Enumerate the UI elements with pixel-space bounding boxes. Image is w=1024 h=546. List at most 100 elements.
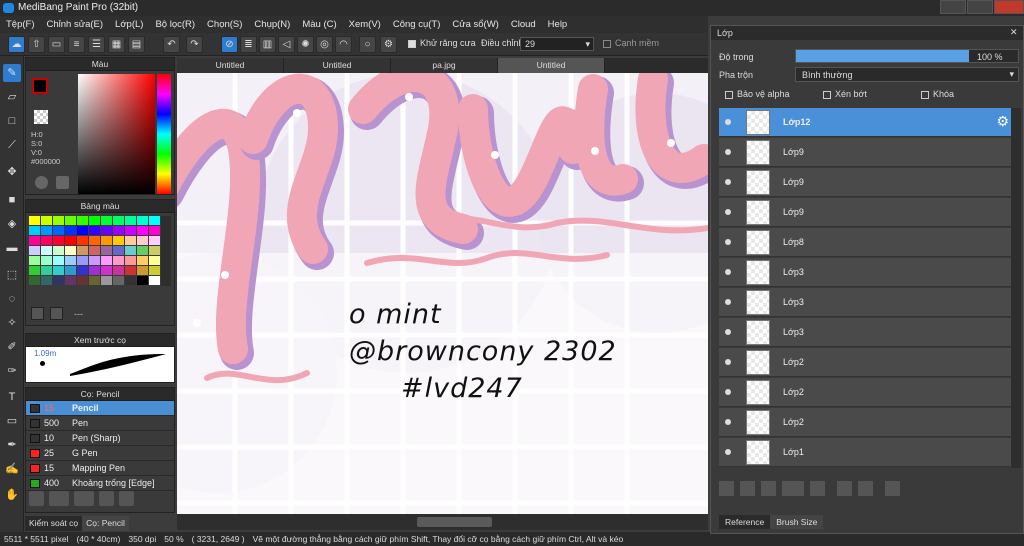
- new-layer-8bit-icon[interactable]: [740, 481, 755, 496]
- brush-item[interactable]: 10 Pen (Sharp): [26, 431, 174, 446]
- color-swatch[interactable]: [101, 246, 112, 255]
- page-icon[interactable]: ▤: [128, 36, 145, 53]
- color-swatch[interactable]: [65, 266, 76, 275]
- color-swatch[interactable]: [53, 216, 64, 225]
- visibility-icon[interactable]: [725, 149, 731, 155]
- brush-menu-icon[interactable]: [49, 491, 69, 506]
- duplicate-layer-icon[interactable]: [837, 481, 852, 496]
- layer-row[interactable]: Lớp3: [719, 258, 1013, 287]
- add-brush-icon[interactable]: [29, 491, 44, 506]
- color-swatch[interactable]: [149, 276, 160, 285]
- color-swatch[interactable]: [149, 256, 160, 265]
- color-swatch[interactable]: [29, 236, 40, 245]
- color-swatch[interactable]: [65, 236, 76, 245]
- layer-row[interactable]: Lớp2: [719, 378, 1013, 407]
- redo-icon[interactable]: ↷: [186, 36, 203, 53]
- color-swatch[interactable]: [101, 266, 112, 275]
- grid-snap-icon[interactable]: ▥: [259, 36, 276, 53]
- color-swatch[interactable]: [137, 226, 148, 235]
- color-swatch[interactable]: [125, 246, 136, 255]
- line-tool-icon[interactable]: ⟋: [3, 136, 21, 154]
- divide-tool-icon[interactable]: ▭: [3, 412, 21, 430]
- scroll-thumb[interactable]: [417, 517, 492, 527]
- color-swatch[interactable]: [137, 266, 148, 275]
- magic-wand-tool-icon[interactable]: ✧: [3, 314, 21, 332]
- color-swatch[interactable]: [101, 256, 112, 265]
- doc-tab[interactable]: Untitled: [177, 58, 284, 73]
- new-layer-icon[interactable]: [719, 481, 734, 496]
- layer-scrollbar[interactable]: [1011, 108, 1021, 468]
- doc-tab[interactable]: Untitled: [284, 58, 391, 73]
- palette-icon[interactable]: [35, 176, 48, 189]
- fill-rect-tool-icon[interactable]: ■: [3, 191, 21, 209]
- color-swatch[interactable]: [77, 246, 88, 255]
- color-swatch[interactable]: [113, 236, 124, 245]
- menu-capture[interactable]: Chụp(N): [254, 16, 290, 33]
- transparent-color[interactable]: [34, 110, 48, 124]
- menu-color[interactable]: Màu (C): [302, 16, 336, 33]
- foreground-color[interactable]: [32, 78, 48, 94]
- new-layer-1bit-icon[interactable]: [761, 481, 776, 496]
- color-swatch[interactable]: [113, 266, 124, 275]
- color-swatch[interactable]: [29, 256, 40, 265]
- protect-alpha-checkbox[interactable]: Bảo vệ alpha: [719, 86, 817, 102]
- close-icon[interactable]: ✕: [1010, 28, 1019, 37]
- text-tool-icon[interactable]: T: [3, 388, 21, 406]
- rectangle-tool-icon[interactable]: □: [3, 112, 21, 130]
- brush-item[interactable]: 400 Khoảng trống [Edge]: [26, 476, 174, 491]
- color-swatch[interactable]: [89, 246, 100, 255]
- color-swatch[interactable]: [53, 276, 64, 285]
- visibility-icon[interactable]: [725, 209, 731, 215]
- color-swatch[interactable]: [89, 266, 100, 275]
- color-swatch[interactable]: [113, 216, 124, 225]
- color-swatch[interactable]: [53, 236, 64, 245]
- color-swatch[interactable]: [29, 266, 40, 275]
- blend-mode-dropdown[interactable]: Bình thường ▾: [795, 67, 1019, 82]
- color-swatch[interactable]: [41, 216, 52, 225]
- trash-icon[interactable]: [885, 481, 900, 496]
- curve-snap-icon[interactable]: ◠: [335, 36, 352, 53]
- color-swatch[interactable]: [89, 216, 100, 225]
- color-swatch[interactable]: [149, 216, 160, 225]
- color-swatch[interactable]: [41, 276, 52, 285]
- comment-icon[interactable]: ▭: [48, 36, 65, 53]
- color-swatch[interactable]: [89, 236, 100, 245]
- color-swatch[interactable]: [149, 226, 160, 235]
- color-swatch[interactable]: [137, 236, 148, 245]
- color-swatch[interactable]: [77, 266, 88, 275]
- visibility-icon[interactable]: [725, 299, 731, 305]
- brush-settings-icon[interactable]: [74, 491, 94, 506]
- menu-window[interactable]: Cửa sổ(W): [452, 16, 498, 33]
- swatch-scrollbar[interactable]: [161, 216, 171, 286]
- color-swatch[interactable]: [101, 226, 112, 235]
- color-swatch[interactable]: [65, 256, 76, 265]
- color-swatch[interactable]: [125, 276, 136, 285]
- color-swatch[interactable]: [77, 276, 88, 285]
- trash-icon[interactable]: [50, 307, 63, 320]
- color-swatch[interactable]: [113, 256, 124, 265]
- horizontal-scrollbar[interactable]: [177, 514, 708, 530]
- folder-icon[interactable]: [810, 481, 825, 496]
- color-swatch[interactable]: [137, 256, 148, 265]
- menu-select[interactable]: Chọn(S): [207, 16, 242, 33]
- color-swatch[interactable]: [29, 216, 40, 225]
- upload-icon[interactable]: ⇧: [28, 36, 45, 53]
- close-button[interactable]: [994, 0, 1024, 14]
- color-swatch[interactable]: [125, 236, 136, 245]
- merge-down-icon[interactable]: [858, 481, 873, 496]
- menu-filter[interactable]: Bộ lọc(R): [155, 16, 195, 33]
- color-swatch[interactable]: [149, 246, 160, 255]
- color-swatch[interactable]: [149, 266, 160, 275]
- color-swatch[interactable]: [53, 246, 64, 255]
- pen-tool-icon[interactable]: ✍: [3, 460, 21, 478]
- doc-tab[interactable]: pa.jpg: [391, 58, 498, 73]
- menu-view[interactable]: Xem(V): [349, 16, 381, 33]
- color-swatch[interactable]: [137, 276, 148, 285]
- drawing-canvas[interactable]: o mint @browncony 2302 #lvd247: [177, 73, 708, 514]
- color-swatch[interactable]: [101, 236, 112, 245]
- color-swatch[interactable]: [53, 226, 64, 235]
- minimize-button[interactable]: [940, 0, 966, 14]
- menu-edit[interactable]: Chỉnh sửa(E): [47, 16, 104, 33]
- color-swatch[interactable]: [149, 236, 160, 245]
- visibility-icon[interactable]: [725, 239, 731, 245]
